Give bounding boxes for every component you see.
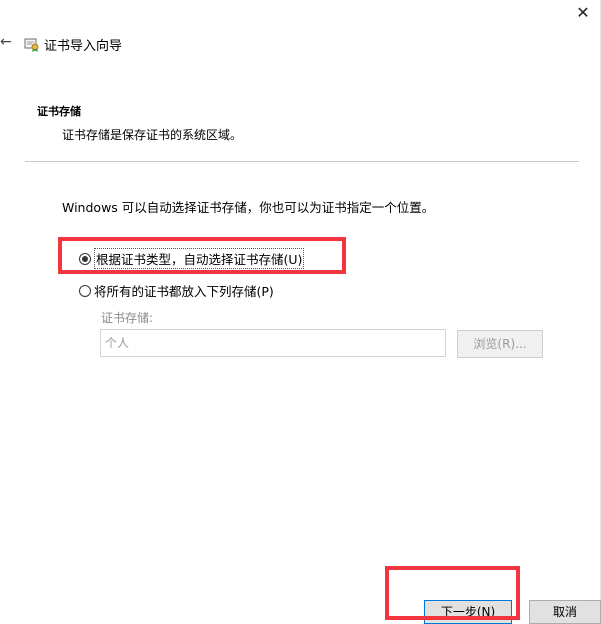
window-title: 证书导入向导 [44, 39, 123, 54]
close-icon[interactable]: ✕ [572, 4, 594, 22]
browse-button[interactable]: 浏览(R)... [457, 330, 543, 358]
radio-option-manual[interactable]: 将所有的证书都放入下列存储(P) [79, 281, 274, 300]
radio-option-auto[interactable]: 根据证书类型，自动选择证书存储(U) [79, 248, 305, 269]
back-arrow-icon[interactable]: ← [0, 34, 12, 50]
radio-button-unchecked[interactable] [79, 284, 91, 297]
next-button[interactable]: 下一步(N) [424, 600, 512, 624]
certificate-wizard-icon [24, 36, 40, 52]
section-title: 证书存储 [37, 105, 81, 118]
cancel-button[interactable]: 取消 [529, 600, 601, 624]
radio-button-checked[interactable] [79, 252, 91, 265]
store-input[interactable]: 个人 [100, 329, 446, 357]
store-label: 证书存储: [101, 311, 154, 325]
radio-option-manual-label[interactable]: 将所有的证书都放入下列存储(P) [94, 281, 274, 300]
section-description: 证书存储是保存证书的系统区域。 [62, 128, 243, 142]
radio-option-auto-label[interactable]: 根据证书类型，自动选择证书存储(U) [94, 248, 305, 269]
intro-text: Windows 可以自动选择证书存储，你也可以为证书指定一个位置。 [62, 200, 435, 215]
header-divider [25, 161, 579, 162]
